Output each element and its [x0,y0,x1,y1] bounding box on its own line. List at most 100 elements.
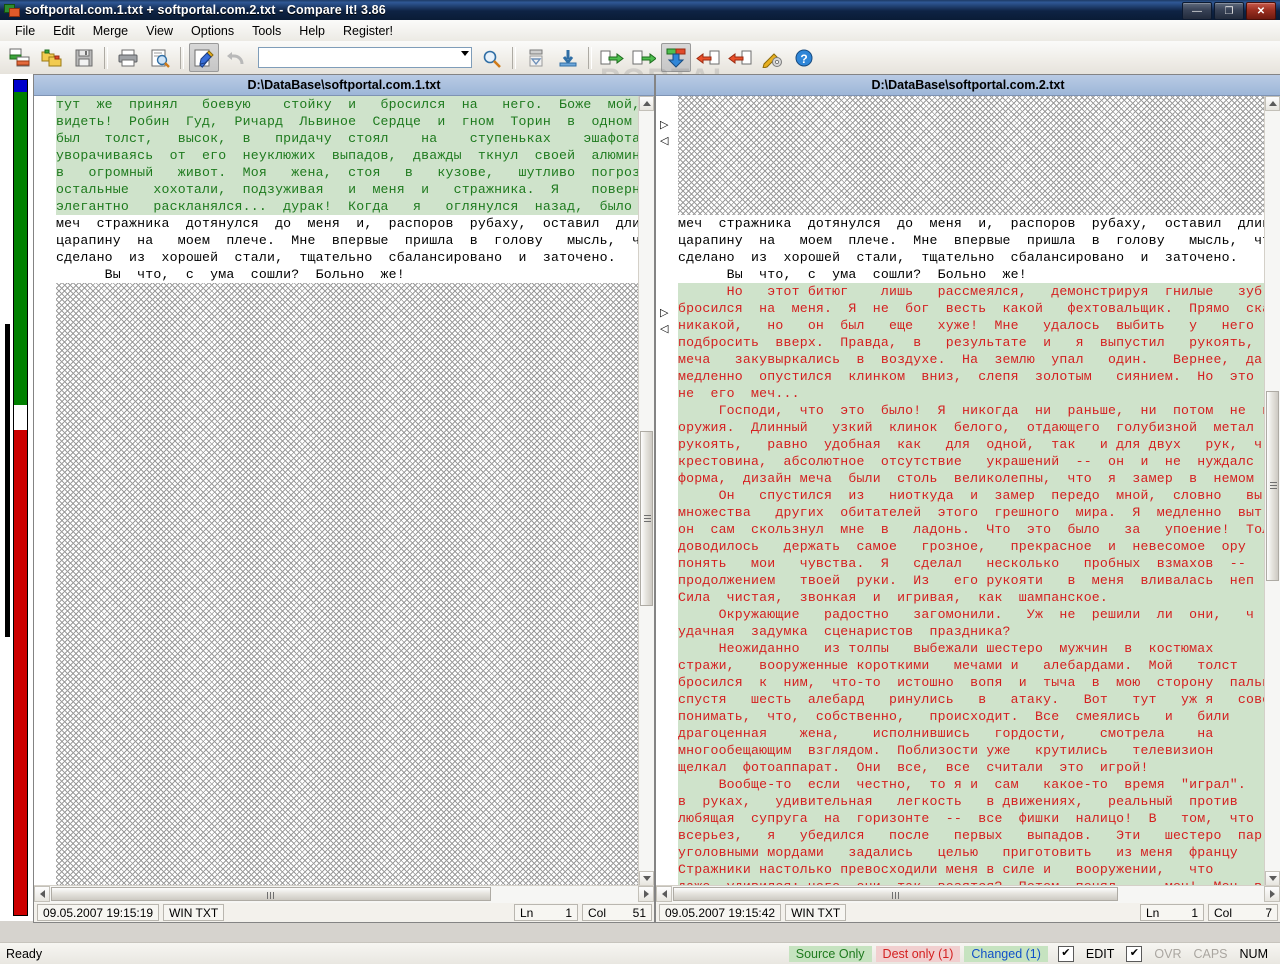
status-checkbox-2[interactable]: ✔ [1126,945,1143,962]
settings-icon[interactable] [757,43,787,72]
scroll-down-button[interactable] [639,871,654,886]
source-col: Col 51 [582,904,652,921]
merge-down-icon[interactable] [661,43,691,72]
status-right-group: Source Only Dest only (1) Changed (1) ✔ … [788,945,1280,962]
menu-item-tools[interactable]: Tools [243,22,290,40]
search-input[interactable] [259,49,450,66]
chevron-down-icon[interactable] [461,51,469,56]
save-icon[interactable] [69,43,99,72]
status-checkbox-1[interactable]: ✔ [1057,945,1074,962]
text-line [56,419,639,436]
dest-col-label: Col [1214,905,1233,920]
status-source-only[interactable]: Source Only [788,945,872,962]
find-icon[interactable] [477,43,507,72]
text-line: Окружающие радостно загомонили. Уж не ре… [678,606,1265,623]
text-line: драгоценная жена, исполнившись гордости,… [678,725,1265,742]
text-line [56,657,639,674]
source-line-value: 1 [565,905,572,920]
triangle-down-icon [1268,876,1277,881]
text-line: рукоять, равно удобная как для одной, та… [678,436,1265,453]
compare-folders-icon[interactable] [37,43,67,72]
scroll-left-button[interactable] [656,886,672,902]
difference-map-strip[interactable] [13,79,28,916]
map-viewport-indicator[interactable] [5,323,10,638]
scroll-left-button[interactable] [34,886,50,902]
dest-gutter[interactable]: ▷ ◁ ▷ ◁ [656,96,679,886]
scroll-right-button[interactable] [1264,886,1280,902]
menu-item-options[interactable]: Options [182,22,243,40]
copy-right-block-icon[interactable] [597,43,627,72]
hscroll-thumb[interactable] [51,887,491,901]
copy-right-marker-icon[interactable]: ▷ [660,120,670,132]
text-line: Господи, что это было! Я никогда ни рань… [678,402,1265,419]
compare-files-icon[interactable] [5,43,35,72]
source-vscrollbar[interactable] [638,96,654,886]
text-line: множества других обитателей этого грешно… [678,504,1265,521]
undo-icon[interactable] [221,43,251,72]
first-difference-icon[interactable] [521,43,551,72]
hscroll-thumb[interactable] [673,887,1118,901]
text-line: Вы что, с ума сошли? Больно же! [56,266,639,283]
dest-col: Col 7 [1208,904,1278,921]
source-pane-title: D:\DataBase\softportal.com.1.txt [34,75,654,96]
source-hscrollbar[interactable] [34,885,654,903]
scroll-down-button[interactable] [1265,871,1280,886]
text-line [56,453,639,470]
close-button[interactable]: ✕ [1246,2,1276,20]
difference-map[interactable] [0,74,34,921]
status-ovr: OVR [1154,946,1182,961]
menu-item-file[interactable]: File [6,22,44,40]
status-bar: Ready Source Only Dest only (1) Changed … [0,942,1280,964]
menu-item-register[interactable]: Register! [334,22,402,40]
copy-left-all-icon[interactable] [725,43,755,72]
text-line [56,470,639,487]
status-changed[interactable]: Changed (1) [964,945,1048,962]
minimize-button[interactable]: — [1182,2,1212,20]
map-segment[interactable] [14,404,27,430]
search-combo[interactable] [258,47,472,68]
dest-text[interactable]: меч стражника дотянулся до меня и, распо… [678,96,1265,886]
text-line: Вообще-то если честно, то я и сам какое-… [678,776,1265,793]
compare-it-window: softportal.com.1.txt + softportal.com.2.… [0,0,1280,964]
restore-button[interactable]: ❐ [1214,2,1244,20]
copy-left-marker-icon[interactable]: ◁ [660,136,670,148]
scroll-thumb[interactable] [1266,391,1279,581]
print-preview-icon[interactable] [145,43,175,72]
edit-icon[interactable] [189,43,219,72]
scroll-right-button[interactable] [638,886,654,902]
text-line [56,844,639,861]
source-gutter[interactable] [34,96,57,886]
status-dest-only[interactable]: Dest only (1) [875,945,961,962]
dest-pane-body: ▷ ◁ ▷ ◁ меч стражника дотянулся до меня и, … [656,96,1280,886]
text-line: понимать, что, собственно, происходит. В… [678,708,1265,725]
text-line [56,810,639,827]
menu-item-edit[interactable]: Edit [44,22,84,40]
hthumb-grip [267,892,276,899]
help-icon[interactable]: ? [789,43,819,72]
dest-vscrollbar[interactable] [1264,96,1280,886]
map-segment[interactable] [14,429,27,915]
scroll-thumb[interactable] [640,431,653,606]
menu-item-merge[interactable]: Merge [84,22,137,40]
print-icon[interactable] [113,43,143,72]
toolbar-separator [512,46,516,69]
text-line: оружия. Длинный узкий клинок белого, отд… [678,419,1265,436]
text-line [678,96,1265,113]
next-difference-icon[interactable] [553,43,583,72]
map-segment[interactable] [14,91,27,405]
dest-line: Ln 1 [1140,904,1204,921]
text-line: Но этот битюг лишь рассмеялся, демонстри… [678,283,1265,300]
copy-left-marker-icon[interactable]: ◁ [660,324,670,336]
copy-left-block-icon[interactable] [693,43,723,72]
menu-item-view[interactable]: View [137,22,182,40]
scroll-up-button[interactable] [639,96,654,111]
text-line [56,317,639,334]
menu-item-help[interactable]: Help [290,22,334,40]
map-segment[interactable] [14,80,27,92]
dest-hscrollbar[interactable] [656,885,1280,903]
source-text[interactable]: тут же принял боевую стойку и бросился н… [56,96,639,886]
scroll-up-button[interactable] [1265,96,1280,111]
copy-right-marker-icon[interactable]: ▷ [660,308,670,320]
copy-right-all-icon[interactable] [629,43,659,72]
text-line: меч стражника дотянулся до меня и, распо… [56,215,639,232]
